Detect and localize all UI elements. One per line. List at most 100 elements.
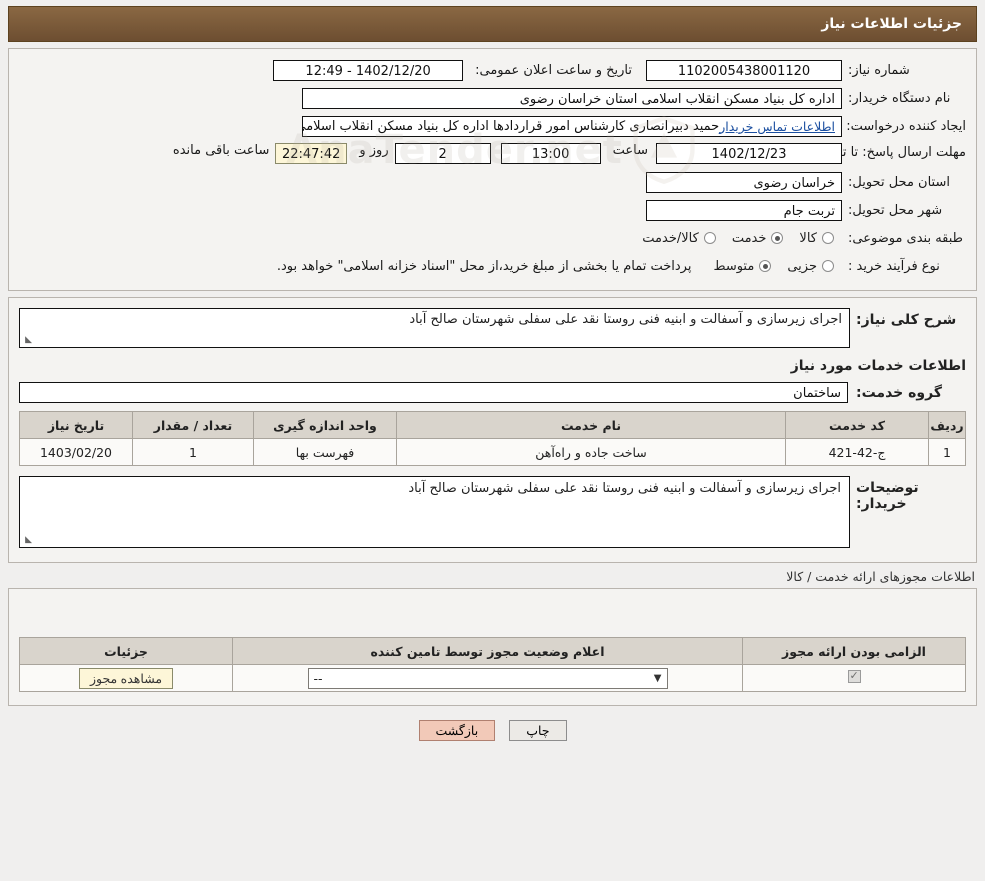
category-option-label: کالا xyxy=(799,230,817,246)
cell-status: ▼ -- xyxy=(232,664,743,692)
cell-date: 1403/02/20 xyxy=(19,438,133,466)
need-number-value: 1102005438001120 xyxy=(646,59,842,81)
table-header-row: الزامی بودن ارائه مجوز اعلام وضعیت مجوز … xyxy=(19,637,966,665)
chevron-down-icon[interactable]: ▼ xyxy=(654,669,662,688)
services-panel: شرح کلی نیاز: اجرای زیرسازی و آسفالت و ا… xyxy=(8,297,977,563)
service-group-value: ساختمان xyxy=(19,382,848,403)
view-license-button[interactable]: مشاهده مجوز xyxy=(78,667,174,689)
radio-icon[interactable] xyxy=(771,232,784,244)
category-option-kala-khedmat[interactable]: کالا/خدمت xyxy=(642,231,716,246)
process-option-jozii[interactable]: جزیی xyxy=(787,259,834,274)
city-value: تربت جام xyxy=(646,199,842,221)
page-root: جزئیات اطلاعات نیاز AnaTender.net شماره … xyxy=(0,6,985,881)
category-option-label: خدمت xyxy=(731,230,767,246)
process-label: نوع فرآیند خرید : xyxy=(848,258,940,274)
announce-value: 1402/12/20 - 12:49 xyxy=(273,59,464,81)
cell-radif: 1 xyxy=(928,438,966,466)
row-category: طبقه بندی موضوعی: کالا خدمت کالا/خدمت xyxy=(19,227,966,249)
row-creator: ایجاد کننده درخواست: اطلاعات تماس خریدار… xyxy=(19,115,966,137)
col-name: نام خدمت xyxy=(396,411,786,439)
service-group-label: گروه خدمت: xyxy=(856,384,942,401)
need-info-panel: AnaTender.net شماره نیاز: 11020054380011… xyxy=(8,48,977,291)
remaining-time: 22:47:42 xyxy=(275,143,348,164)
print-button[interactable]: چاپ xyxy=(509,720,567,741)
buyer-contact-link[interactable]: اطلاعات تماس خریدار xyxy=(719,117,835,136)
col-status: اعلام وضعیت مجوز توسط تامین کننده xyxy=(232,637,743,665)
row-deadline: مهلت ارسال پاسخ: تا تاریخ: 1402/12/23 سا… xyxy=(19,143,966,165)
summary-label: شرح کلی نیاز: xyxy=(856,312,957,328)
cell-unit: فهرست بها xyxy=(253,438,397,466)
row-summary: شرح کلی نیاز: اجرای زیرسازی و آسفالت و ا… xyxy=(19,308,966,348)
page-header: جزئیات اطلاعات نیاز xyxy=(8,6,977,42)
services-body: شرح کلی نیاز: اجرای زیرسازی و آسفالت و ا… xyxy=(9,298,976,562)
col-required: الزامی بودن ارائه مجوز xyxy=(742,637,966,665)
resize-handle-icon[interactable]: ◣ xyxy=(22,336,32,346)
buyer-org-label: نام دستگاه خریدار: xyxy=(848,90,951,106)
hour-label: ساعت xyxy=(612,143,648,158)
province-label: استان محل تحویل: xyxy=(848,174,950,190)
category-option-khedmat[interactable]: خدمت xyxy=(732,231,784,246)
process-option-motavaset[interactable]: متوسط xyxy=(713,258,772,274)
row-service-group: گروه خدمت: ساختمان xyxy=(19,382,966,403)
remaining-label: ساعت باقی مانده xyxy=(172,143,270,158)
col-unit: واحد اندازه گیری xyxy=(253,411,397,439)
col-date: تاریخ نیاز xyxy=(19,411,133,439)
radio-icon[interactable] xyxy=(822,260,834,272)
deadline-time: 13:00 xyxy=(500,143,601,164)
days-label: روز و xyxy=(359,143,389,158)
back-button[interactable]: بازگشت xyxy=(418,720,496,741)
process-option-label: جزیی xyxy=(787,258,817,274)
license-status-value: -- xyxy=(313,670,323,686)
col-radif: ردیف xyxy=(928,411,966,439)
table-row: 1 ج-42-421 ساخت جاده و راه‌آهن فهرست بها… xyxy=(19,438,966,466)
services-table: ردیف کد خدمت نام خدمت واحد اندازه گیری ت… xyxy=(19,411,966,466)
creator-label: ایجاد کننده درخواست: xyxy=(846,118,966,134)
buyer-notes-label: توضیحات خریدار: xyxy=(856,480,919,512)
city-label: شهر محل تحویل: xyxy=(848,202,943,218)
creator-value: حمید دبیرانصاری کارشناس امور قراردادها ا… xyxy=(302,118,720,134)
buyer-notes-value: اجرای زیرسازی و آسفالت و ابنیه فنی روستا… xyxy=(408,481,841,496)
summary-value: اجرای زیرسازی و آسفالت و ابنیه فنی روستا… xyxy=(409,312,842,327)
col-code: کد خدمت xyxy=(785,411,929,439)
category-option-kala[interactable]: کالا xyxy=(799,231,834,246)
col-qty: تعداد / مقدار xyxy=(132,411,254,439)
resize-handle-icon[interactable]: ◣ xyxy=(22,536,32,546)
process-note: پرداخت تمام یا بخشی از مبلغ خرید،از محل … xyxy=(276,258,692,274)
row-city: شهر محل تحویل: تربت جام xyxy=(19,199,966,221)
need-number-label: شماره نیاز: xyxy=(848,62,910,78)
licenses-panel: الزامی بودن ارائه مجوز اعلام وضعیت مجوز … xyxy=(8,588,977,706)
row-process-type: نوع فرآیند خرید : جزیی متوسط پرداخت تمام… xyxy=(19,255,966,277)
radio-icon[interactable] xyxy=(703,232,716,244)
table-row: ▼ -- مشاهده مجوز xyxy=(19,664,966,692)
cell-detail: مشاهده مجوز xyxy=(19,664,233,692)
category-option-label: کالا/خدمت xyxy=(642,230,699,246)
buyer-notes-box: اجرای زیرسازی و آسفالت و ابنیه فنی روستا… xyxy=(19,476,850,548)
services-title: اطلاعات خدمات مورد نیاز xyxy=(790,358,966,374)
required-checkbox-icon xyxy=(847,669,861,683)
need-info-body: شماره نیاز: 1102005438001120 تاریخ و ساع… xyxy=(9,49,976,291)
cell-qty: 1 xyxy=(132,438,254,466)
col-detail: جزئیات xyxy=(19,637,233,665)
deadline-date: 1402/12/23 xyxy=(656,143,842,164)
row-buyer-org: نام دستگاه خریدار: اداره کل بنیاد مسکن ا… xyxy=(19,87,966,109)
page-title: جزئیات اطلاعات نیاز xyxy=(821,16,962,32)
summary-value-box: اجرای زیرسازی و آسفالت و ابنیه فنی روستا… xyxy=(19,308,850,348)
cell-required xyxy=(742,664,966,692)
cell-name: ساخت جاده و راه‌آهن xyxy=(396,438,786,466)
province-value: خراسان رضوی xyxy=(646,171,842,193)
remaining-days: 2 xyxy=(394,143,491,164)
row-province: استان محل تحویل: خراسان رضوی xyxy=(19,171,966,193)
licenses-table: الزامی بودن ارائه مجوز اعلام وضعیت مجوز … xyxy=(19,637,966,692)
table-header-row: ردیف کد خدمت نام خدمت واحد اندازه گیری ت… xyxy=(19,411,966,439)
process-option-label: متوسط xyxy=(713,258,755,274)
announce-label: تاریخ و ساعت اعلان عمومی: xyxy=(475,62,632,78)
row-need-number: شماره نیاز: 1102005438001120 تاریخ و ساع… xyxy=(19,59,966,81)
radio-icon[interactable] xyxy=(822,232,834,244)
row-buyer-notes: توضیحات خریدار: اجرای زیرسازی و آسفالت و… xyxy=(19,476,966,548)
licenses-note: اطلاعات مجوزهای ارائه خدمت / کالا xyxy=(786,569,975,584)
deadline-label: مهلت ارسال پاسخ: تا تاریخ: xyxy=(816,145,966,160)
radio-icon[interactable] xyxy=(759,260,772,272)
cell-code: ج-42-421 xyxy=(785,438,929,466)
category-label: طبقه بندی موضوعی: xyxy=(848,230,964,246)
license-status-select[interactable]: ▼ -- xyxy=(307,667,668,689)
